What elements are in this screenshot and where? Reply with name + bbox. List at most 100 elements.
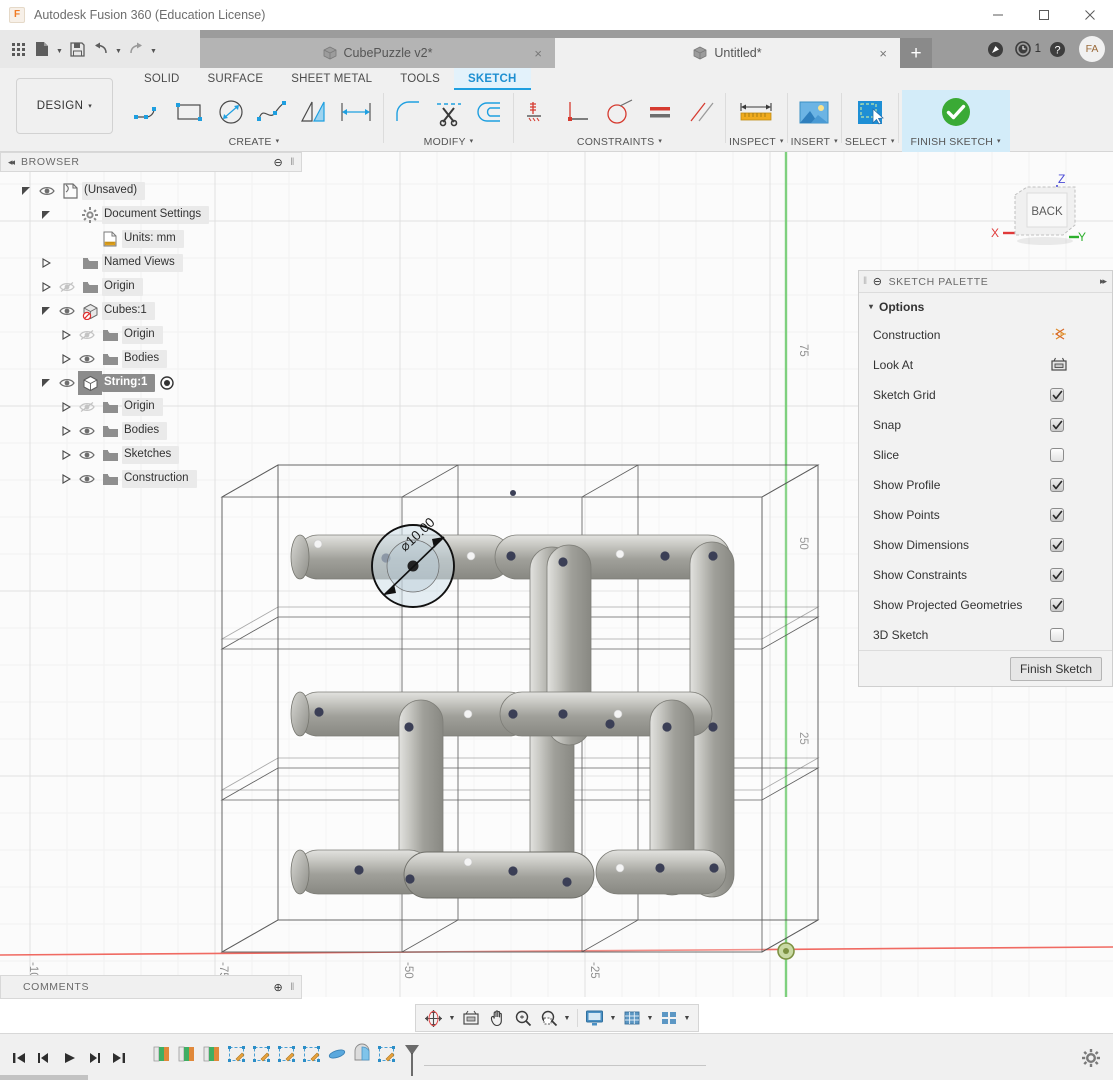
palette-option-slice[interactable]: Slice <box>859 440 1112 470</box>
zoom-window-caret-icon[interactable]: ▼ <box>562 1005 573 1031</box>
grid-snaps-caret-icon[interactable]: ▼ <box>645 1005 656 1031</box>
palette-option-snap[interactable]: Snap <box>859 410 1112 440</box>
browser-grip-icon[interactable]: ‖ <box>290 157 295 168</box>
visibility-eye-icon[interactable] <box>56 203 78 227</box>
viewports-icon[interactable] <box>656 1005 682 1031</box>
document-tab-close-icon[interactable]: × <box>879 47 887 60</box>
sketch-fillet-icon[interactable] <box>387 91 428 133</box>
panel-label-select[interactable]: SELECT ▾ <box>845 134 895 150</box>
palette-option-show-points[interactable]: Show Points <box>859 500 1112 530</box>
sketch-mirror-icon[interactable] <box>292 91 333 133</box>
extensions-icon[interactable] <box>980 30 1012 68</box>
visibility-eye-icon[interactable] <box>56 275 78 299</box>
save-icon[interactable] <box>65 34 89 64</box>
comments-panel[interactable]: COMMENTS ⊕ ‖ <box>0 975 302 999</box>
visibility-eye-icon[interactable] <box>56 299 78 323</box>
timeline-feature-edit[interactable] <box>299 1043 324 1073</box>
panel-label-inspect[interactable]: INSPECT ▾ <box>729 134 784 150</box>
viewports-caret-icon[interactable]: ▼ <box>682 1005 693 1031</box>
finish-sketch-check-icon[interactable] <box>908 91 1004 133</box>
orbit-caret-icon[interactable]: ▼ <box>447 1005 458 1031</box>
new-document-caret-icon[interactable]: ▼ <box>54 34 65 64</box>
twisty-icon[interactable] <box>56 395 76 419</box>
workspace-selector-design[interactable]: DESIGN ▾ <box>16 78 113 134</box>
twisty-icon[interactable] <box>56 467 76 491</box>
minimize-icon[interactable] <box>975 0 1021 30</box>
panel-label-modify[interactable]: MODIFY ▾ <box>424 134 474 150</box>
play-icon[interactable] <box>56 1043 81 1073</box>
slice-checkbox[interactable] <box>1050 448 1064 462</box>
grid-snaps-icon[interactable] <box>619 1005 645 1031</box>
tab-sheet-metal[interactable]: SHEET METAL <box>277 68 386 90</box>
browser-item-cubes-1[interactable]: Cubes:1 <box>0 299 302 323</box>
display-settings-icon[interactable] <box>582 1005 608 1031</box>
sketch-line-icon[interactable] <box>128 91 169 133</box>
palette-option-show-dimensions[interactable]: Show Dimensions <box>859 530 1112 560</box>
timeline-marker[interactable] <box>399 1043 424 1073</box>
browser-item-string-1[interactable]: String:1 <box>0 371 302 395</box>
job-status-icon[interactable] <box>1012 30 1034 68</box>
panel-label-insert[interactable]: INSERT ▾ <box>791 134 838 150</box>
maximize-icon[interactable] <box>1021 0 1067 30</box>
new-tab-button[interactable]: + <box>900 38 932 68</box>
browser-item-origin[interactable]: Origin <box>0 395 302 419</box>
tab-tools[interactable]: TOOLS <box>386 68 454 90</box>
twisty-icon[interactable] <box>56 347 76 371</box>
browser-item-document-settings[interactable]: Document Settings <box>0 203 302 227</box>
construction-icon[interactable] <box>1050 326 1070 345</box>
sketch-grid-checkbox[interactable] <box>1050 388 1064 402</box>
palette-option-show-projected-geometries[interactable]: Show Projected Geometries <box>859 590 1112 620</box>
constraint-coincident-icon[interactable] <box>558 91 599 133</box>
3d-sketch-checkbox[interactable] <box>1050 628 1064 642</box>
visibility-eye-icon[interactable] <box>76 347 98 371</box>
browser-item-origin[interactable]: Origin <box>0 323 302 347</box>
tab-sketch[interactable]: SKETCH <box>454 68 530 90</box>
redo-icon[interactable] <box>124 34 148 64</box>
app-grid-icon[interactable] <box>6 34 30 64</box>
settings-gear-icon[interactable] <box>1077 1044 1105 1072</box>
measure-icon[interactable] <box>733 91 780 133</box>
close-icon[interactable] <box>1067 0 1113 30</box>
palette-option-show-profile[interactable]: Show Profile <box>859 470 1112 500</box>
visibility-eye-icon[interactable] <box>56 371 78 395</box>
sketch-trim-scissors-icon[interactable] <box>428 91 469 133</box>
panel-label-create[interactable]: CREATE ▾ <box>229 134 280 150</box>
constraint-equal-icon[interactable] <box>640 91 681 133</box>
visibility-eye-icon[interactable] <box>76 227 98 251</box>
display-settings-caret-icon[interactable]: ▼ <box>608 1005 619 1031</box>
finish-sketch-button[interactable]: Finish Sketch <box>1010 657 1102 681</box>
panel-label-constraints[interactable]: CONSTRAINTS ▾ <box>577 134 662 150</box>
collapse-left-icon[interactable]: ◂◂ <box>8 157 13 168</box>
show-dimensions-checkbox[interactable] <box>1050 538 1064 552</box>
palette-option-look-at[interactable]: Look At <box>859 350 1112 380</box>
palette-grip-icon[interactable]: ‖ <box>863 276 868 287</box>
browser-minimize-icon[interactable]: ⊖ <box>273 156 283 169</box>
zoom-icon[interactable] <box>510 1005 536 1031</box>
twisty-icon[interactable] <box>36 299 56 323</box>
twisty-icon[interactable] <box>16 179 36 203</box>
visibility-eye-icon[interactable] <box>36 179 58 203</box>
sketch-offset-icon[interactable] <box>469 91 510 133</box>
horizontal-scrollbar[interactable] <box>0 1075 88 1080</box>
tab-solid[interactable]: SOLID <box>130 68 194 90</box>
twisty-icon[interactable] <box>36 275 56 299</box>
constraint-fix-icon[interactable] <box>517 91 558 133</box>
palette-option-show-constraints[interactable]: Show Constraints <box>859 560 1112 590</box>
timeline-feature-pipe[interactable] <box>324 1043 349 1073</box>
visibility-eye-icon[interactable] <box>76 443 98 467</box>
step-back-icon[interactable] <box>31 1043 56 1073</box>
visibility-eye-icon[interactable] <box>76 419 98 443</box>
sketch-dimension-icon[interactable] <box>333 91 380 133</box>
constraint-tangent-icon[interactable] <box>599 91 640 133</box>
timeline-feature-edit[interactable] <box>249 1043 274 1073</box>
document-tab-close-icon[interactable]: × <box>534 47 542 60</box>
browser-item-bodies[interactable]: Bodies <box>0 419 302 443</box>
visibility-eye-icon[interactable] <box>76 395 98 419</box>
undo-icon[interactable] <box>89 34 113 64</box>
twisty-icon[interactable] <box>36 203 56 227</box>
timeline-feature-sketch[interactable] <box>199 1043 224 1073</box>
select-window-icon[interactable] <box>846 91 893 133</box>
pan-hand-icon[interactable] <box>484 1005 510 1031</box>
constraint-parallel-icon[interactable] <box>681 91 722 133</box>
twisty-icon[interactable] <box>36 371 56 395</box>
